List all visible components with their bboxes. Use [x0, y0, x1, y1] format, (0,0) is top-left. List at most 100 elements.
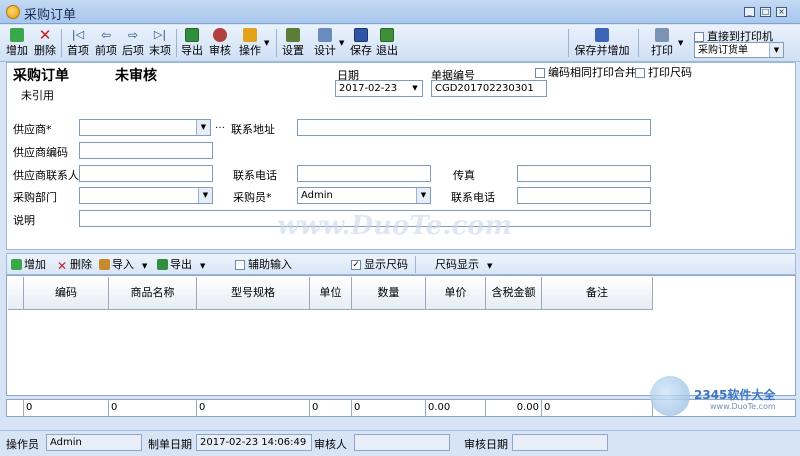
excel-export-icon [157, 259, 168, 270]
export-button[interactable]: 导出 [179, 27, 205, 60]
design-dropdown-icon[interactable]: ▼ [339, 39, 344, 47]
chevron-down-icon[interactable]: ▼ [200, 262, 205, 270]
phone-field[interactable] [297, 165, 431, 182]
grid-header-spec[interactable]: 型号规格 [197, 277, 310, 310]
toolbar-divider [176, 29, 177, 57]
detail-import-button[interactable]: 导入 ▼ [99, 257, 147, 273]
settings-tools-icon [286, 28, 300, 42]
save-and-add-button[interactable]: 保存并增加 [572, 27, 632, 60]
show-size-checkbox[interactable]: ✓ 显示尺码 [351, 257, 408, 273]
first-button[interactable]: |◁ 首项 [65, 27, 91, 60]
grid-header-note[interactable]: 备注 [542, 277, 653, 310]
next-button[interactable]: ⇨ 后项 [120, 27, 146, 60]
supplier-label: 供应商* [13, 123, 52, 136]
grid-header-qty[interactable]: 数量 [352, 277, 426, 310]
detail-delete-button[interactable]: ✕ 删除 [57, 257, 92, 273]
form-title: 采购订单 [13, 68, 69, 84]
auditor-field [354, 434, 450, 451]
chevron-down-icon[interactable]: ▼ [198, 188, 212, 203]
address-field[interactable] [297, 119, 651, 136]
plus-icon [11, 259, 22, 270]
size-display-button[interactable]: 尺码显示 ▼ [435, 257, 492, 273]
supplier-browse-button[interactable]: … [215, 120, 225, 131]
prev-button[interactable]: ⇦ 前项 [93, 27, 119, 60]
design-button[interactable]: 设计 [312, 27, 338, 60]
contact-field[interactable] [79, 165, 213, 182]
aux-input-checkbox[interactable]: 辅助输入 [235, 257, 292, 273]
direct-print-check-box[interactable] [694, 32, 704, 42]
minimize-button[interactable]: _ [744, 7, 755, 17]
prev-record-icon: ⇦ [100, 28, 112, 42]
exit-button[interactable]: 退出 [374, 27, 400, 60]
total-cell: 0 [542, 400, 653, 416]
date-picker[interactable]: 2017-02-23 ▼ [335, 80, 423, 97]
supplier-code-field[interactable] [79, 142, 213, 159]
print-button[interactable]: 打印 [648, 27, 676, 60]
toolbar-divider [276, 29, 277, 57]
detail-toolbar: 增加 ✕ 删除 导入 ▼ 导出 ▼ 辅助输入 ✓ 显示尺码 尺码显示 ▼ [6, 253, 796, 275]
show-size-check-box[interactable]: ✓ [351, 260, 361, 270]
save-button[interactable]: 保存 [348, 27, 374, 60]
floppy-save-icon [354, 28, 368, 42]
next-record-icon: ⇨ [127, 28, 139, 42]
fax-label: 传真 [453, 169, 475, 182]
detail-add-button[interactable]: 增加 [11, 257, 46, 273]
delete-button[interactable]: ✕ 删除 [32, 27, 58, 60]
merge-print-check-box[interactable] [535, 68, 545, 78]
total-cell: 0 [352, 400, 426, 416]
last-button[interactable]: ▷| 末项 [147, 27, 173, 60]
supplier-code-label: 供应商编码 [13, 146, 68, 159]
app-icon [6, 5, 20, 19]
mascot-logo-icon [650, 376, 690, 416]
toolbar-divider [61, 29, 62, 57]
operator-label: 操作员 [6, 438, 39, 451]
save-add-icon [595, 28, 609, 42]
audit-status: 未审核 [115, 68, 157, 84]
import-icon [99, 259, 110, 270]
buyer-select[interactable]: Admin ▼ [297, 187, 431, 204]
grid-header-code[interactable]: 编码 [24, 277, 109, 310]
exit-door-icon [380, 28, 394, 42]
detail-export-button[interactable]: 导出 ▼ [157, 257, 205, 273]
grid-header-unit[interactable]: 单位 [310, 277, 352, 310]
print-template-select[interactable]: 采购订货单 ▼ [694, 42, 784, 58]
chevron-down-icon[interactable]: ▼ [142, 262, 147, 270]
print-dropdown-icon[interactable]: ▼ [678, 39, 683, 47]
chevron-down-icon[interactable]: ▼ [487, 262, 492, 270]
dept-select[interactable]: ▼ [79, 187, 213, 204]
operate-button[interactable]: 操作 [237, 27, 263, 60]
main-toolbar: 增加 ✕ 删除 |◁ 首项 ⇦ 前项 ⇨ 后项 ▷| 末项 导出 审核 操作 ▼… [0, 25, 800, 62]
print-size-check-box[interactable] [635, 68, 645, 78]
total-cell: 0.00 [486, 400, 542, 416]
close-button[interactable]: × [776, 7, 787, 17]
settings-button[interactable]: 设置 [280, 27, 306, 60]
supplier-select[interactable]: ▼ [79, 119, 211, 136]
print-size-checkbox[interactable]: 打印尺码 [635, 64, 692, 80]
chevron-down-icon[interactable]: ▼ [408, 81, 422, 96]
aux-input-check-box[interactable] [235, 260, 245, 270]
printer-icon [655, 28, 669, 42]
operate-dropdown-icon[interactable]: ▼ [264, 39, 269, 47]
last-record-icon: ▷| [153, 28, 167, 41]
plus-icon [10, 28, 24, 42]
toolbar-divider [415, 256, 416, 273]
grid-header-price[interactable]: 单价 [426, 277, 486, 310]
chevron-down-icon[interactable]: ▼ [196, 120, 210, 135]
grid-header-name[interactable]: 商品名称 [109, 277, 197, 310]
status-bar: 操作员 Admin 制单日期 2017-02-23 14:06:49 审核人 审… [0, 430, 800, 456]
order-form: 采购订单 未审核 未引用 日期 2017-02-23 ▼ 单据编号 CGD201… [6, 62, 796, 250]
total-cell: 0 [197, 400, 310, 416]
maximize-button[interactable]: □ [760, 7, 771, 17]
fax-field[interactable] [517, 165, 651, 182]
chevron-down-icon[interactable]: ▼ [416, 188, 430, 203]
grid-header-amount[interactable]: 含税金额 [486, 277, 542, 310]
excel-export-icon [185, 28, 199, 42]
chevron-down-icon[interactable]: ▼ [769, 43, 783, 57]
dept-label: 采购部门 [13, 191, 57, 204]
doc-no-field[interactable]: CGD201702230301 [431, 80, 547, 97]
phone2-field[interactable] [517, 187, 651, 204]
add-button[interactable]: 增加 [4, 27, 30, 60]
merge-print-checkbox[interactable]: 编码相同打印合并 [535, 64, 636, 80]
buyer-label: 采购员* [233, 191, 272, 204]
audit-button[interactable]: 审核 [207, 27, 233, 60]
